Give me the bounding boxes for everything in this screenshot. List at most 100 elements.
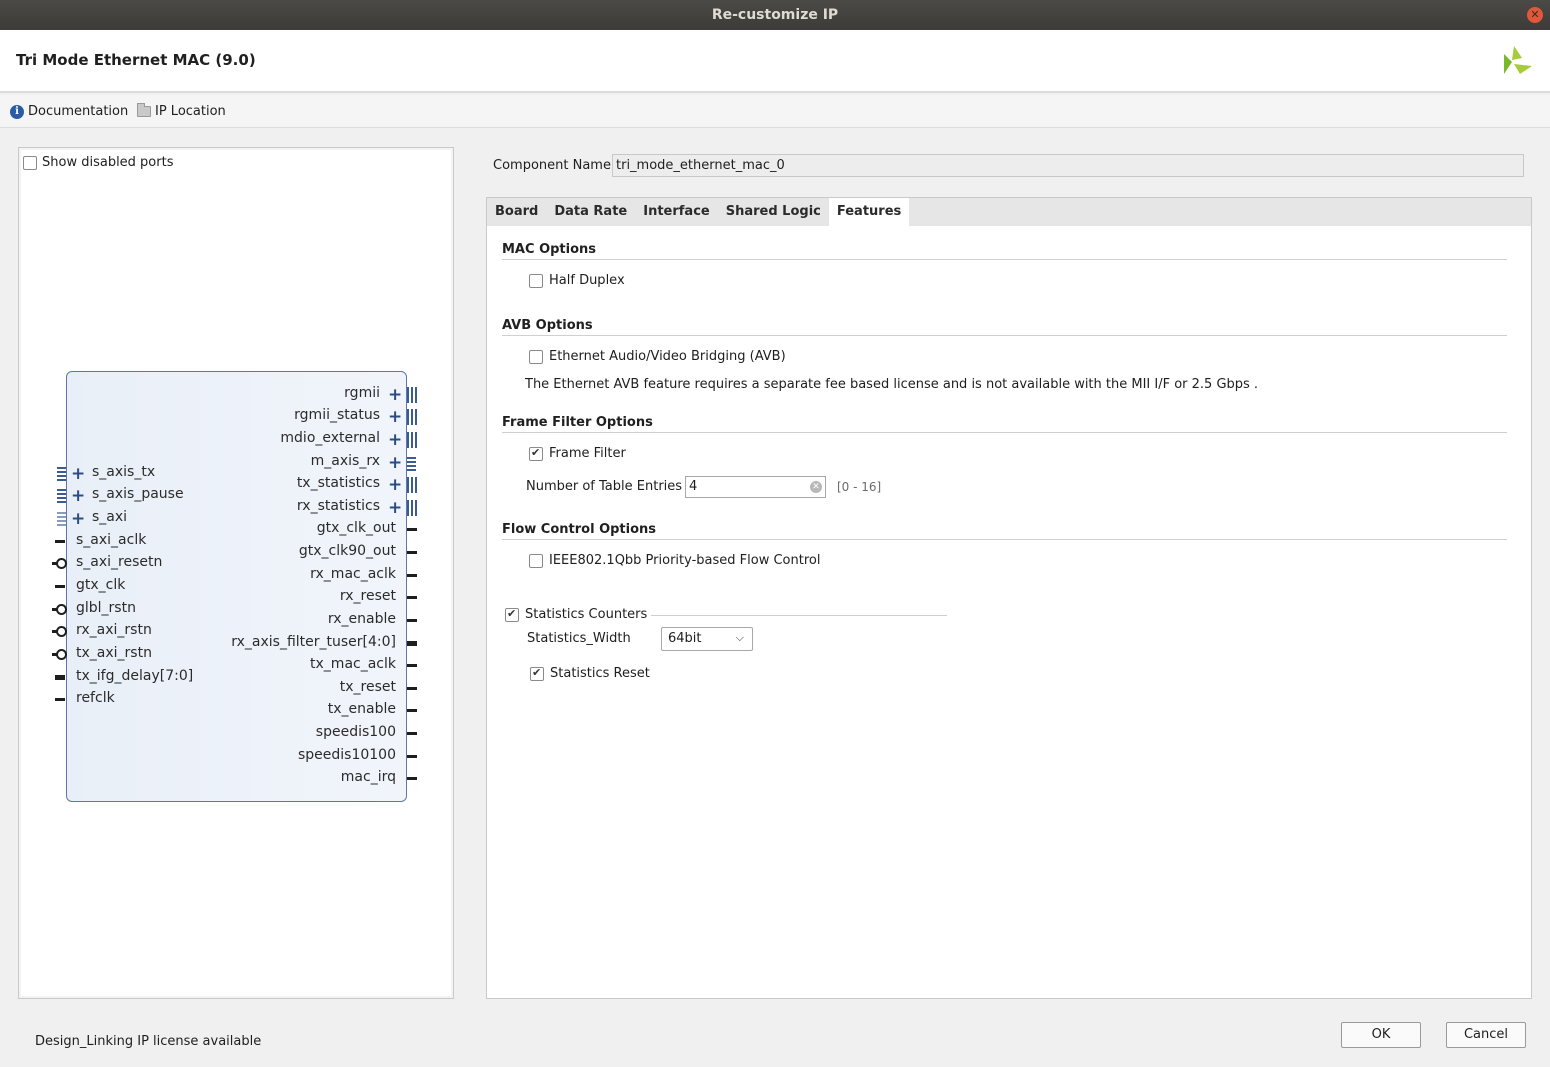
table-entries-label: Number of Table Entries <box>526 479 683 494</box>
table-entries-input[interactable]: 4 ✕ <box>685 476 826 498</box>
bus-interface-icon <box>407 409 417 425</box>
pin-stub <box>407 551 417 554</box>
tab-data-rate[interactable]: Data Rate <box>546 198 635 226</box>
half-duplex-checkbox[interactable] <box>529 273 543 288</box>
expand-plus-icon[interactable]: + <box>388 477 402 494</box>
documentation-link[interactable]: i Documentation <box>10 104 128 119</box>
port-tx-reset: tx_reset <box>339 679 396 695</box>
expand-plus-icon[interactable]: + <box>388 432 402 449</box>
show-disabled-ports-option[interactable]: Show disabled ports <box>23 155 173 170</box>
statistics-reset-checkbox[interactable] <box>530 666 544 681</box>
port-s-axi: s_axi <box>92 509 128 525</box>
port-tx-ifg-delay: tx_ifg_delay[7:0] <box>76 668 194 684</box>
active-low-pin <box>52 649 67 660</box>
port-speedis100: speedis100 <box>315 724 396 740</box>
folder-icon <box>137 103 151 117</box>
ip-location-link[interactable]: IP Location <box>137 103 226 119</box>
expand-plus-icon[interactable]: + <box>388 455 402 472</box>
ok-button[interactable]: OK <box>1341 1022 1421 1048</box>
statistics-reset-label: Statistics Reset <box>550 666 650 681</box>
xilinx-logo-icon <box>1504 46 1532 74</box>
axis-bus-icon <box>407 455 416 471</box>
expand-plus-icon[interactable]: + <box>71 466 85 483</box>
section-divider <box>502 539 1507 540</box>
half-duplex-label: Half Duplex <box>549 273 625 288</box>
expand-plus-icon[interactable]: + <box>388 409 402 426</box>
bus-interface-icon <box>407 432 417 448</box>
pin-stub <box>407 641 417 646</box>
pfc-label: IEEE802.1Qbb Priority-based Flow Control <box>549 553 821 568</box>
table-entries-value: 4 <box>689 479 698 494</box>
statistics-width-value: 64bit <box>668 631 702 646</box>
component-name-label: Component Name <box>493 158 611 173</box>
statistics-counters-checkbox[interactable] <box>505 607 519 622</box>
avb-label: Ethernet Audio/Video Bridging (AVB) <box>549 349 786 364</box>
cancel-button[interactable]: Cancel <box>1446 1022 1526 1048</box>
statistics-width-select[interactable]: 64bit ⌵ <box>661 627 753 651</box>
port-rx-mac-aclk: rx_mac_aclk <box>310 566 396 582</box>
dialog-header: Tri Mode Ethernet MAC (9.0) <box>0 30 1550 93</box>
bus-interface-icon <box>407 500 417 516</box>
pin-stub <box>407 755 417 758</box>
port-rgmii: rgmii <box>344 385 380 401</box>
pin-stub <box>55 540 65 543</box>
tab-shared-logic[interactable]: Shared Logic <box>718 198 829 226</box>
active-low-pin <box>52 558 67 569</box>
expand-plus-icon[interactable]: + <box>71 488 85 505</box>
tab-board[interactable]: Board <box>487 198 546 226</box>
pin-stub <box>55 698 65 701</box>
frame-filter-option[interactable]: Frame Filter <box>529 446 626 461</box>
tab-interface[interactable]: Interface <box>635 198 718 226</box>
ip-location-label: IP Location <box>155 104 226 119</box>
port-refclk: refclk <box>76 690 115 706</box>
port-tx-mac-aclk: tx_mac_aclk <box>310 656 396 672</box>
tab-features[interactable]: Features <box>828 198 910 226</box>
pfc-checkbox[interactable] <box>529 553 543 568</box>
pfc-option[interactable]: IEEE802.1Qbb Priority-based Flow Control <box>529 553 820 568</box>
tab-bar: Board Data Rate Interface Shared Logic F… <box>487 198 1531 226</box>
port-gtx-clk90-out: gtx_clk90_out <box>298 543 396 559</box>
port-rx-axis-filter-tuser: rx_axis_filter_tuser[4:0] <box>231 634 396 650</box>
axis-bus-icon <box>57 487 66 503</box>
frame-filter-label: Frame Filter <box>549 446 626 461</box>
show-disabled-checkbox[interactable] <box>23 155 37 170</box>
port-rgmii-status: rgmii_status <box>294 407 380 423</box>
bus-interface-icon <box>407 387 417 403</box>
frame-filter-checkbox[interactable] <box>529 446 543 461</box>
pin-stub <box>407 574 417 577</box>
clear-icon[interactable]: ✕ <box>810 481 822 493</box>
pin-stub <box>55 585 65 588</box>
section-divider <box>651 615 947 616</box>
avb-checkbox[interactable] <box>529 349 543 364</box>
port-s-axi-resetn: s_axi_resetn <box>76 554 163 570</box>
expand-plus-icon[interactable]: + <box>71 511 85 528</box>
port-tx-statistics: tx_statistics <box>296 475 380 491</box>
bus-interface-icon <box>407 477 417 493</box>
pin-stub <box>407 528 417 531</box>
documentation-label: Documentation <box>28 104 129 119</box>
statistics-width-label: Statistics_Width <box>527 631 631 646</box>
config-panel <box>486 197 1532 999</box>
expand-plus-icon[interactable]: + <box>388 387 402 404</box>
active-low-pin <box>52 626 67 637</box>
statistics-reset-option[interactable]: Statistics Reset <box>530 666 650 681</box>
flow-control-title: Flow Control Options <box>502 522 657 537</box>
avb-option[interactable]: Ethernet Audio/Video Bridging (AVB) <box>529 349 786 364</box>
port-rx-enable: rx_enable <box>327 611 396 627</box>
port-gtx-clk: gtx_clk <box>76 577 126 593</box>
window-title: Re-customize IP <box>711 7 839 23</box>
close-icon[interactable]: ✕ <box>1527 7 1543 23</box>
port-gtx-clk-out: gtx_clk_out <box>316 520 396 536</box>
component-name-field[interactable]: tri_mode_ethernet_mac_0 <box>612 154 1524 177</box>
port-rx-statistics: rx_statistics <box>296 498 380 514</box>
port-rx-reset: rx_reset <box>339 588 396 604</box>
pin-stub <box>407 687 417 690</box>
frame-filter-title: Frame Filter Options <box>502 415 653 430</box>
port-mdio-external: mdio_external <box>280 430 380 446</box>
window-titlebar: Re-customize IP ✕ <box>0 0 1550 30</box>
port-s-axi-aclk: s_axi_aclk <box>76 532 147 548</box>
half-duplex-option[interactable]: Half Duplex <box>529 273 625 288</box>
active-low-pin <box>52 604 67 615</box>
expand-plus-icon[interactable]: + <box>388 500 402 517</box>
statistics-counters-option[interactable]: Statistics Counters <box>505 607 647 622</box>
